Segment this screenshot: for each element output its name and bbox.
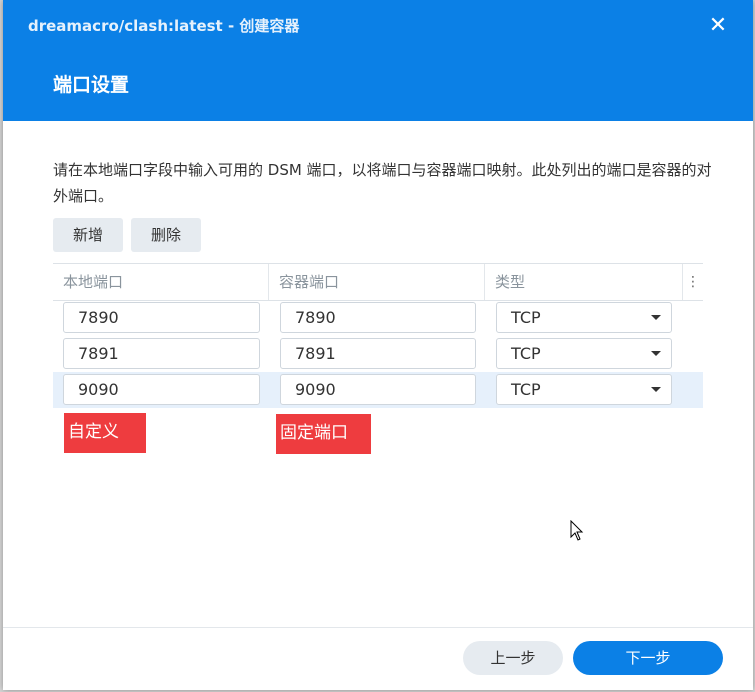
chevron-down-icon <box>651 315 661 320</box>
local-port-input[interactable]: 7891 <box>63 338 260 369</box>
header-type[interactable]: 类型 <box>485 264 683 300</box>
mouse-pointer-icon <box>570 519 584 546</box>
container-port-input[interactable]: 9090 <box>280 374 476 405</box>
next-step-button[interactable]: 下一步 <box>573 641 723 675</box>
header-container-port[interactable]: 容器端口 <box>269 264 485 300</box>
table-row[interactable]: 9090 9090 TCP <box>53 372 703 408</box>
close-icon[interactable]: ✕ <box>705 13 731 39</box>
type-select[interactable]: TCP <box>496 338 672 369</box>
previous-step-button[interactable]: 上一步 <box>463 641 563 675</box>
local-port-input[interactable]: 7890 <box>63 302 260 333</box>
window-title: dreamacro/clash:latest - 创建容器 <box>28 17 300 35</box>
fixed-port-annotation: 固定端口 <box>276 414 371 454</box>
type-select[interactable]: TCP <box>496 374 672 405</box>
create-container-dialog: dreamacro/clash:latest - 创建容器 ✕ 端口设置 请在本… <box>3 0 753 690</box>
add-button[interactable]: 新增 <box>53 218 123 252</box>
custom-annotation: 自定义 <box>64 413 146 453</box>
container-port-input[interactable]: 7890 <box>280 302 476 333</box>
type-select-value: TCP <box>511 344 541 363</box>
local-port-input[interactable]: 9090 <box>63 374 260 405</box>
table-row[interactable]: 7890 7890 TCP <box>53 300 703 336</box>
chevron-down-icon <box>651 387 661 392</box>
type-select-value: TCP <box>511 380 541 399</box>
description-text: 请在本地端口字段中输入可用的 DSM 端口，以将端口与容器端口映射。此处列出的端… <box>53 161 712 205</box>
table-header: 本地端口 容器端口 类型 ⋮ <box>53 263 703 301</box>
header-local-port[interactable]: 本地端口 <box>53 264 269 300</box>
footer-divider <box>3 627 753 628</box>
delete-button[interactable]: 删除 <box>131 218 201 252</box>
container-port-input[interactable]: 7891 <box>280 338 476 369</box>
type-select-value: TCP <box>511 308 541 327</box>
port-table: 本地端口 容器端口 类型 ⋮ 7890 7890 TCP 7891 7891 T… <box>53 263 703 408</box>
type-select[interactable]: TCP <box>496 302 672 333</box>
section-title: 端口设置 <box>53 74 130 96</box>
more-vertical-icon[interactable]: ⋮ <box>683 264 703 300</box>
chevron-down-icon <box>651 351 661 356</box>
table-row[interactable]: 7891 7891 TCP <box>53 336 703 372</box>
dialog-header: dreamacro/clash:latest - 创建容器 ✕ 端口设置 <box>3 0 753 121</box>
